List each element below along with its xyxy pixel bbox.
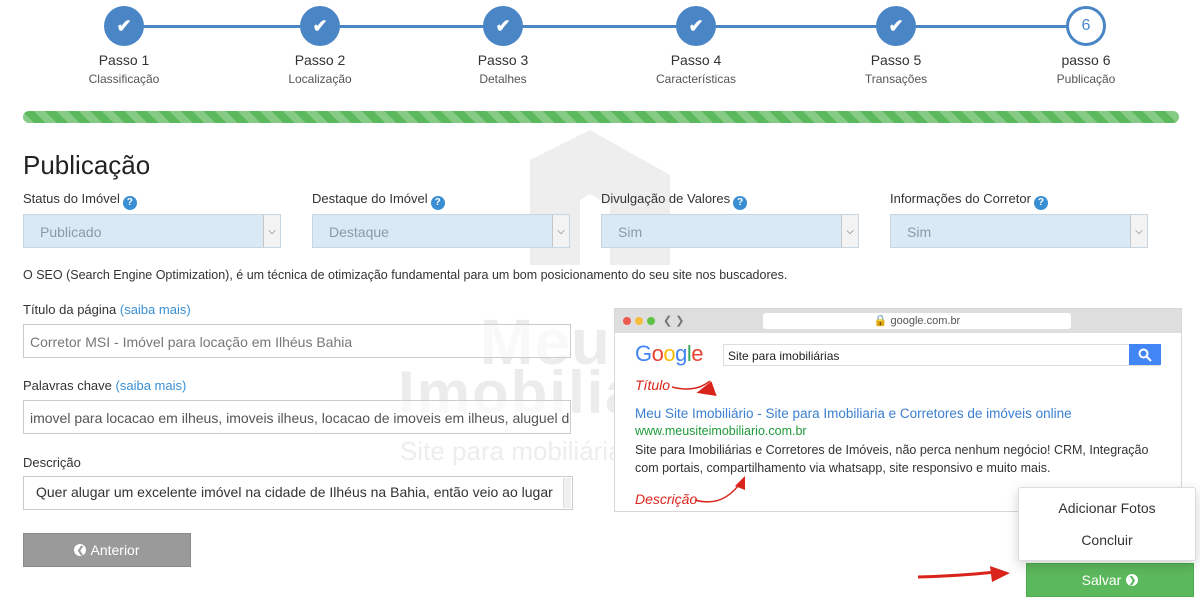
destaque-label: Destaque do Imóvel? xyxy=(312,191,445,210)
status-select[interactable]: Publicado ⌵ xyxy=(23,214,281,248)
page-title-input[interactable]: Corretor MSI - Imóvel para locação em Il… xyxy=(23,324,571,358)
arrow-right-icon: ❯ xyxy=(1126,574,1139,586)
progress-fill xyxy=(23,111,1179,123)
browser-toolbar: ❮ ❯ 🔒 google.com.br xyxy=(615,309,1181,333)
previous-button-label: Anterior xyxy=(90,542,140,558)
annotation-arrow-icon xyxy=(694,476,745,503)
google-search-row: Google Site para imobiliárias xyxy=(615,333,1183,373)
corretor-label: Informações do Corretor? xyxy=(890,191,1048,210)
maximize-dot-icon xyxy=(647,317,655,325)
annotation-description: Descrição xyxy=(635,491,698,507)
result-description: Site para Imobiliárias e Corretores de I… xyxy=(635,443,1149,475)
destaque-label-text: Destaque do Imóvel xyxy=(312,191,428,206)
step-6[interactable]: 6 passo 6 Publicação xyxy=(1006,6,1166,86)
step-subtitle: Localização xyxy=(288,72,352,86)
result-url: www.meusiteimobiliario.com.br xyxy=(635,424,807,438)
url-text: google.com.br xyxy=(890,315,961,327)
watermark-line-3: Site para mobiliária xyxy=(400,436,623,466)
step-title: Passo 4 xyxy=(670,52,722,68)
search-icon xyxy=(1129,344,1161,365)
keywords-label-text: Palavras chave xyxy=(23,378,112,393)
pointer-arrow-icon xyxy=(918,566,1010,582)
step-title: Passo 1 xyxy=(98,52,150,68)
question-icon[interactable]: ? xyxy=(430,196,445,210)
step-subtitle: Publicação xyxy=(1056,72,1116,86)
chevron-down-icon: ⌵ xyxy=(841,215,858,247)
status-label: Status do Imóvel? xyxy=(23,191,137,210)
valores-select-value: Sim xyxy=(618,224,643,240)
question-icon[interactable]: ? xyxy=(122,196,137,210)
check-icon: ✔ xyxy=(483,6,523,46)
step-title: Passo 5 xyxy=(870,52,922,68)
chevron-down-icon: ⌵ xyxy=(552,215,569,247)
title-help-link[interactable]: (saiba mais) xyxy=(120,302,191,317)
page-title: Publicação xyxy=(23,150,151,180)
menu-item-add-photos[interactable]: Adicionar Fotos xyxy=(1019,500,1195,516)
step-subtitle: Classificação xyxy=(88,72,160,86)
save-dropup-menu: Adicionar Fotos Concluir xyxy=(1018,487,1196,561)
arrow-left-icon: ❮ xyxy=(74,544,87,556)
valores-label-text: Divulgação de Valores xyxy=(601,191,731,206)
corretor-select-value: Sim xyxy=(907,224,932,240)
result-title: Meu Site Imobiliário - Site para Imobili… xyxy=(635,406,1072,421)
check-icon: ✔ xyxy=(676,6,716,46)
menu-item-finish[interactable]: Concluir xyxy=(1019,532,1195,548)
status-select-value: Publicado xyxy=(40,224,102,240)
scrollbar[interactable] xyxy=(563,478,571,508)
save-button-label: Salvar xyxy=(1081,572,1122,588)
status-label-text: Status do Imóvel xyxy=(23,191,120,206)
chevron-down-icon: ⌵ xyxy=(1130,215,1147,247)
wizard-stepper: ✔ Passo 1 Classificação ✔ Passo 2 Locali… xyxy=(0,0,1200,100)
seo-intro: O SEO (Search Engine Optimization), é um… xyxy=(23,268,788,282)
google-search-box: Site para imobiliárias xyxy=(723,344,1160,366)
save-button[interactable]: Salvar ❯ xyxy=(1026,563,1194,597)
annotation-title: Título xyxy=(635,377,671,393)
description-label: Descrição xyxy=(23,455,81,470)
corretor-label-text: Informações do Corretor xyxy=(890,191,1031,206)
google-logo: Google xyxy=(635,341,704,366)
previous-button[interactable]: ❮ Anterior xyxy=(23,533,191,567)
corretor-select[interactable]: Sim ⌵ xyxy=(890,214,1148,248)
question-icon[interactable]: ? xyxy=(1033,196,1048,210)
step-4[interactable]: ✔ Passo 4 Características xyxy=(616,6,776,86)
minimize-dot-icon xyxy=(635,317,643,325)
destaque-select[interactable]: Destaque ⌵ xyxy=(312,214,570,248)
keywords-label: Palavras chave (saiba mais) xyxy=(23,378,186,393)
address-bar: 🔒 google.com.br xyxy=(763,313,1071,329)
step-2[interactable]: ✔ Passo 2 Localização xyxy=(240,6,400,86)
step-number: 6 xyxy=(1066,6,1106,46)
keywords-help-link[interactable]: (saiba mais) xyxy=(116,378,187,393)
step-title: Passo 3 xyxy=(477,52,529,68)
title-label: Título da página (saiba mais) xyxy=(23,302,191,317)
step-subtitle: Características xyxy=(655,72,737,86)
check-icon: ✔ xyxy=(300,6,340,46)
step-title: passo 6 xyxy=(1061,52,1111,68)
step-subtitle: Transações xyxy=(864,72,928,86)
check-icon: ✔ xyxy=(104,6,144,46)
wizard-progress-bar xyxy=(23,111,1179,123)
description-text: Quer alugar um excelente imóvel na cidad… xyxy=(36,484,553,500)
close-dot-icon xyxy=(623,317,631,325)
step-subtitle: Detalhes xyxy=(479,72,527,86)
step-5[interactable]: ✔ Passo 5 Transações xyxy=(816,6,976,86)
title-label-text: Título da página xyxy=(23,302,117,317)
step-3[interactable]: ✔ Passo 3 Detalhes xyxy=(423,6,583,86)
valores-label: Divulgação de Valores? xyxy=(601,191,748,210)
lock-icon: 🔒 xyxy=(873,315,888,327)
annotation-arrow-icon xyxy=(671,380,717,396)
google-preview: ❮ ❯ 🔒 google.com.br Google Site para imo… xyxy=(614,308,1182,512)
destaque-select-value: Destaque xyxy=(329,224,389,240)
chevron-down-icon: ⌵ xyxy=(263,215,280,247)
step-1[interactable]: ✔ Passo 1 Classificação xyxy=(44,6,204,86)
valores-select[interactable]: Sim ⌵ xyxy=(601,214,859,248)
keywords-input[interactable]: imovel para locacao em ilheus, imoveis i… xyxy=(23,400,571,434)
question-icon[interactable]: ? xyxy=(733,196,748,210)
back-forward-icon: ❮ ❯ xyxy=(663,315,685,327)
description-textarea[interactable]: Quer alugar um excelente imóvel na cidad… xyxy=(23,476,573,510)
step-title: Passo 2 xyxy=(294,52,346,68)
check-icon: ✔ xyxy=(876,6,916,46)
